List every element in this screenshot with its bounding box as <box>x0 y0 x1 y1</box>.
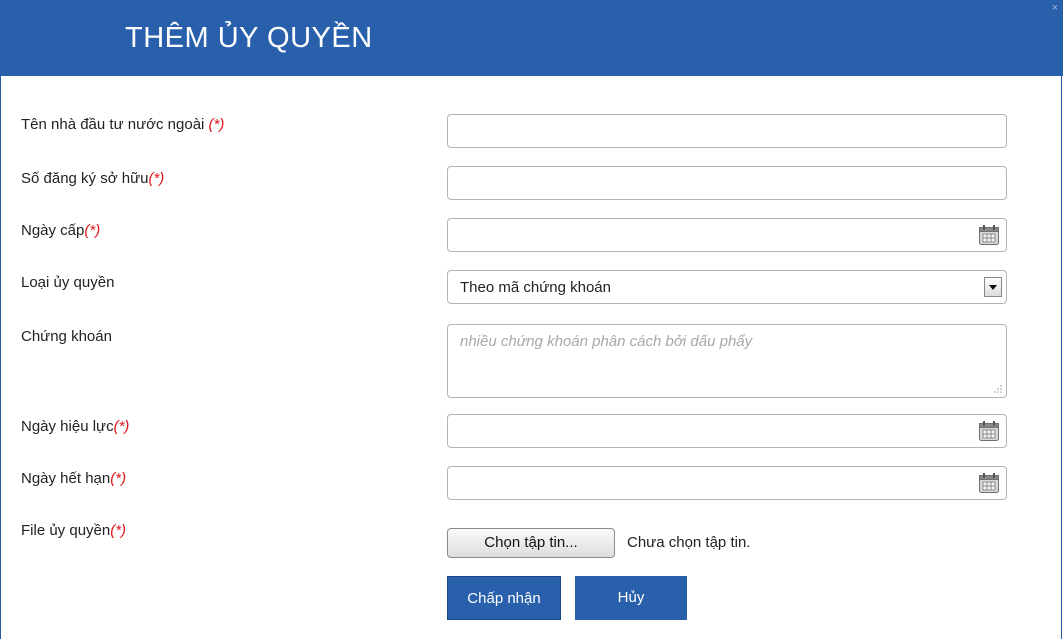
close-icon[interactable]: × <box>1049 2 1061 14</box>
investor-name-field[interactable] <box>447 114 1007 148</box>
expiry-date-input[interactable] <box>448 467 1006 499</box>
required-marker: (*) <box>84 222 101 239</box>
authorization-file-label-text: File ủy quyền <box>21 522 111 539</box>
securities-label: Chứng khoán <box>21 328 112 345</box>
calendar-icon[interactable] <box>978 224 1000 246</box>
authorization-file-label: File ủy quyền(*) <box>21 522 126 539</box>
resize-grip-icon[interactable] <box>993 384 1003 394</box>
effective-date-label-text: Ngày hiệu lực <box>21 418 114 435</box>
effective-date-input[interactable] <box>448 415 1006 447</box>
expiry-date-label: Ngày hết hạn(*) <box>21 470 126 487</box>
ownership-number-label: Số đăng ký sở hữu(*) <box>21 170 164 187</box>
ownership-number-field[interactable] <box>447 166 1007 200</box>
dialog-header: THÊM ỦY QUYỀN × <box>1 0 1063 76</box>
required-marker: (*) <box>113 418 130 435</box>
required-marker: (*) <box>110 470 127 487</box>
authorization-type-label-text: Loại ủy quyền <box>21 274 115 291</box>
investor-name-label: Tên nhà đầu tư nước ngoài (*) <box>21 116 224 133</box>
ownership-number-input[interactable] <box>448 167 1006 199</box>
ownership-number-label-text: Số đăng ký sở hữu <box>21 170 149 187</box>
issue-date-input[interactable] <box>448 219 1006 251</box>
required-marker: (*) <box>110 522 127 539</box>
calendar-icon[interactable] <box>978 472 1000 494</box>
securities-label-text: Chứng khoán <box>21 328 112 345</box>
file-status-text: Chưa chọn tập tin. <box>627 534 751 551</box>
issue-date-field[interactable] <box>447 218 1007 252</box>
chevron-down-icon[interactable] <box>984 277 1002 297</box>
securities-placeholder: nhiều chứng khoán phân cách bởi dấu phẩy <box>460 333 753 350</box>
issue-date-label: Ngày cấp(*) <box>21 222 100 239</box>
expiry-date-field[interactable] <box>447 466 1007 500</box>
choose-file-button[interactable]: Chọn tập tin... <box>447 528 615 558</box>
required-marker: (*) <box>208 116 225 133</box>
accept-button[interactable]: Chấp nhận <box>447 576 561 620</box>
expiry-date-label-text: Ngày hết hạn <box>21 470 111 487</box>
issue-date-label-text: Ngày cấp <box>21 222 85 239</box>
dialog-title: THÊM ỦY QUYỀN <box>125 22 373 54</box>
authorization-type-value: Theo mã chứng khoán <box>460 279 611 296</box>
investor-name-input[interactable] <box>448 115 1006 147</box>
cancel-button[interactable]: Hủy <box>575 576 687 620</box>
add-authorization-dialog: THÊM ỦY QUYỀN × Tên nhà đầu tư nước ngoà… <box>0 0 1063 639</box>
effective-date-label: Ngày hiệu lực(*) <box>21 418 129 435</box>
effective-date-field[interactable] <box>447 414 1007 448</box>
authorization-type-select[interactable]: Theo mã chứng khoán <box>447 270 1007 304</box>
calendar-icon[interactable] <box>978 420 1000 442</box>
authorization-type-label: Loại ủy quyền <box>21 274 114 291</box>
securities-textarea[interactable]: nhiều chứng khoán phân cách bởi dấu phẩy <box>447 324 1007 398</box>
required-marker: (*) <box>148 170 165 187</box>
investor-name-label-text: Tên nhà đầu tư nước ngoài <box>21 116 209 133</box>
